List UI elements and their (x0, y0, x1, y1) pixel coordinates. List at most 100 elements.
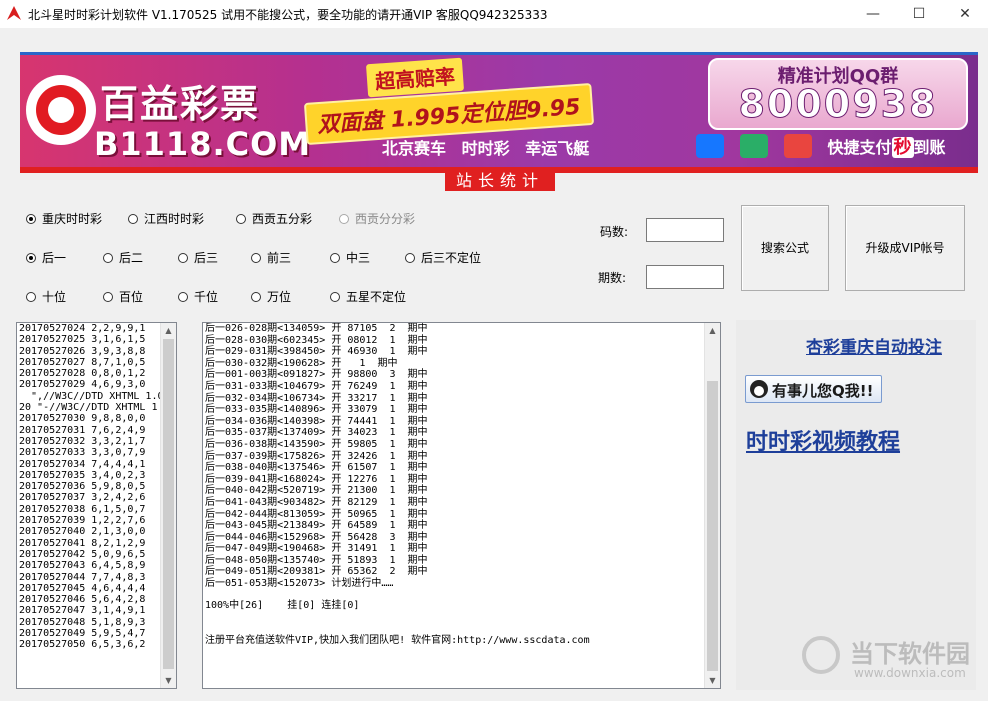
history-row: 20170527034 7,4,4,4,1 (19, 458, 146, 470)
history-scrollbar[interactable]: ▲ ▼ (160, 323, 176, 688)
radio-circle (330, 253, 340, 263)
history-row: 20170527037 3,2,4,2,6 (19, 492, 146, 504)
maximize-button[interactable]: ☐ (896, 0, 942, 28)
alipay-icon (696, 134, 724, 158)
plan-log-row: 后一049-051期<209381> 开 65362 2 期中 (205, 566, 428, 578)
radio-pos-hou2[interactable]: 后二 (103, 249, 143, 266)
search-formula-button[interactable]: 搜索公式 (741, 205, 829, 291)
minimize-button[interactable]: — (850, 0, 896, 28)
history-row: 20170527048 5,1,8,9,3 (19, 616, 146, 628)
scroll-down-arrow-icon[interactable]: ▼ (161, 673, 176, 688)
history-row: 20170527027 8,7,1,0,5 (19, 356, 146, 368)
history-row: 20170527024 2,2,9,9,1 (19, 323, 146, 334)
brand-url: B1118.COM (94, 125, 312, 163)
promo-games: 北京赛车 时时彩 幸运飞艇 (382, 135, 599, 159)
plan-log-row: 后一028-030期<602345> 开 08012 1 期中 (205, 334, 428, 346)
history-row: 20170527045 4,6,4,4,4 (19, 582, 146, 594)
radio-lottery-jxssc[interactable]: 江西时时彩 (128, 210, 204, 227)
radio-circle (26, 292, 36, 302)
auto-bet-link[interactable]: 杏彩重庆自动投注 (806, 333, 942, 358)
qq-group-number: 8000938 (738, 82, 938, 127)
promo-headline: 超高赔率 (365, 57, 465, 98)
wechat-pay-icon (739, 134, 768, 158)
radio-pos-hou3[interactable]: 后三 (178, 249, 218, 266)
plan-log-row: 后一038-040期<137546> 开 61507 1 期中 (205, 462, 428, 474)
plan-summary: 100%中[26] 挂[0] 连挂[0] (205, 599, 360, 611)
history-row: 20170527031 7,6,2,4,9 (19, 424, 146, 436)
plan-log-row: 后一040-042期<520719> 开 21300 1 期中 (205, 485, 428, 497)
qq-contact-button[interactable]: 有事儿您Q我!! (745, 375, 882, 403)
plan-log-row: 后一035-037期<137409> 开 34023 1 期中 (205, 427, 428, 439)
radio-pos-qian3[interactable]: 前三 (251, 249, 291, 266)
radio-circle (251, 292, 261, 302)
history-row: 20170527033 3,3,0,7,9 (19, 447, 146, 459)
plan-log-row: 后一001-003期<091827> 开 98800 3 期中 (205, 369, 428, 381)
radio-circle (26, 214, 36, 224)
watermark-url: www.downxia.com (854, 666, 966, 680)
radio-circle (103, 253, 113, 263)
scroll-up-arrow-icon[interactable]: ▲ (705, 323, 720, 338)
plan-log-row: 后一032-034期<106734> 开 33217 1 期中 (205, 392, 428, 404)
draw-history-list[interactable]: 20170527024 2,2,9,9,1 20170527025 3,1,6,1… (16, 322, 177, 689)
stats-link[interactable]: 站长统计 (445, 171, 555, 191)
game-lucky-boat: 幸运飞艇 (525, 139, 590, 158)
history-row: 20170527038 6,1,5,0,7 (19, 503, 146, 515)
code-count-input[interactable] (646, 218, 724, 242)
radio-lottery-cqssc[interactable]: 重庆时时彩 (26, 210, 102, 227)
radio-circle (405, 253, 415, 263)
scroll-thumb[interactable] (163, 339, 174, 669)
radio-circle (26, 253, 36, 263)
ad-banner[interactable]: 百益彩票 B1118.COM 超高赔率 双面盘 1.995定位胆9.95 北京赛… (20, 52, 978, 173)
window-title: 北斗星时时彩计划软件 V1.170525 试用不能搜公式，要全功能的请开通VIP… (28, 8, 548, 22)
plan-log-row: 后一043-045期<213849> 开 64589 1 期中 (205, 520, 428, 532)
period-count-input[interactable] (646, 265, 724, 289)
radio-lottery-xg5[interactable]: 西贡五分彩 (236, 210, 312, 227)
payment-row: 快捷支付秒到账 (696, 133, 946, 159)
plan-log-row: 后一042-044期<813059> 开 50965 1 期中 (205, 508, 428, 520)
plan-log-row: 后一041-043期<903482> 开 82129 1 期中 (205, 496, 428, 508)
radio-circle (178, 292, 188, 302)
scroll-up-arrow-icon[interactable]: ▲ (161, 323, 176, 338)
history-row: 20170527040 2,1,3,0,0 (19, 526, 146, 538)
radio-lottery-xg1[interactable]: 西贡分分彩 (339, 210, 415, 227)
video-tutorial-link[interactable]: 时时彩视频教程 (746, 424, 900, 456)
history-row: 20170527043 6,4,5,8,9 (19, 560, 146, 572)
radio-circle (251, 253, 261, 263)
radio-pos-zhong3[interactable]: 中三 (330, 249, 370, 266)
radio-digit-wan[interactable]: 万位 (251, 288, 291, 305)
game-pk10: 北京赛车 (382, 139, 447, 158)
radio-circle (330, 292, 340, 302)
history-row: 20170527030 9,8,8,0,0 (19, 413, 146, 425)
period-count-label: 期数: (598, 271, 627, 285)
history-row: 20170527047 3,1,4,9,1 (19, 605, 146, 617)
scroll-down-arrow-icon[interactable]: ▼ (705, 673, 720, 688)
plan-log-row: 后一051-053期<152073> 计划进行中…… (205, 578, 394, 590)
log-scrollbar[interactable]: ▲ ▼ (704, 323, 720, 688)
close-button[interactable]: ✕ (942, 0, 988, 28)
plan-log-row: 后一048-050期<135740> 开 51893 1 期中 (205, 554, 428, 566)
history-row: 20170527042 5,0,9,6,5 (19, 548, 146, 560)
radio-digit-wuxing[interactable]: 五星不定位 (330, 288, 406, 305)
history-row: 20170527049 5,9,5,4,7 (19, 628, 146, 640)
history-row: 20170527035 3,4,0,2,3 (19, 469, 146, 481)
radio-digit-qian[interactable]: 千位 (178, 288, 218, 305)
plan-log-row: 后一031-033期<104679> 开 76249 1 期中 (205, 380, 428, 392)
game-ssc: 时时彩 (461, 139, 510, 158)
unionpay-icon (783, 134, 812, 158)
radio-digit-shi[interactable]: 十位 (26, 288, 66, 305)
history-row: 20170527028 0,8,0,1,2 (19, 368, 146, 380)
plan-log-box[interactable]: 后一026-028期<134059> 开 87105 2 期中 后一028-030… (202, 322, 721, 689)
history-row: 20170527036 5,9,8,0,5 (19, 481, 146, 493)
watermark-name: 当下软件园 (850, 640, 970, 668)
history-rows: 20170527024 2,2,9,9,1 20170527025 3,1,6,1… (17, 323, 176, 651)
log-rows: 后一026-028期<134059> 开 87105 2 期中 后一028-030… (203, 323, 720, 590)
radio-pos-hou1[interactable]: 后一 (26, 249, 66, 266)
plan-log-row: 后一034-036期<140398> 开 74441 1 期中 (205, 415, 428, 427)
history-row: ",//W3C//DTD XHTML 1.0 (19, 390, 164, 402)
radio-digit-bai[interactable]: 百位 (103, 288, 143, 305)
upgrade-vip-button[interactable]: 升级成VIP帐号 (845, 205, 965, 291)
scroll-thumb[interactable] (707, 381, 718, 671)
plan-log-row: 后一044-046期<152968> 开 56428 3 期中 (205, 531, 428, 543)
radio-pos-hou3-budingwei[interactable]: 后三不定位 (405, 249, 481, 266)
radio-circle (103, 292, 113, 302)
